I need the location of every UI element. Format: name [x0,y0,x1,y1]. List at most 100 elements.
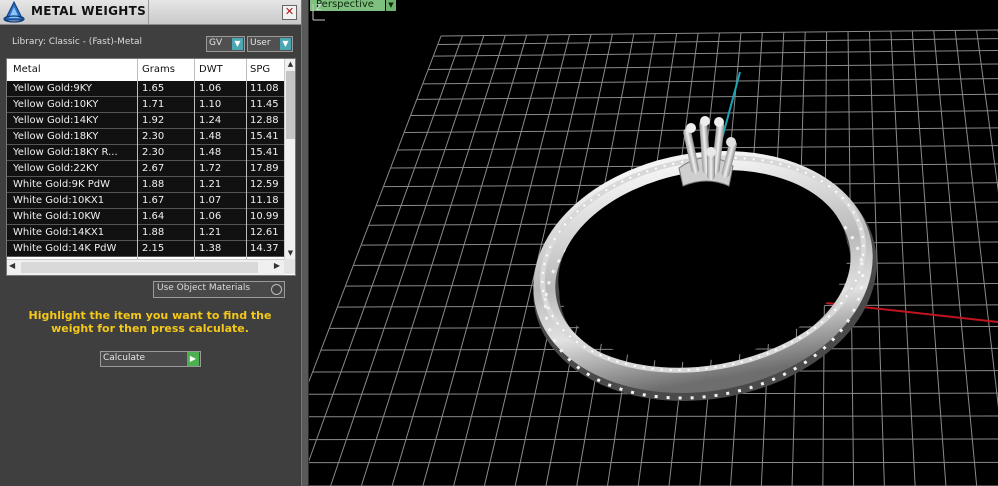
metal-cell: Yellow Gold:18KY R... [13,147,118,158]
grams-cell: 1.88 [142,179,165,190]
user-select[interactable]: User ▼ [247,36,293,52]
grams-cell: 1.65 [142,83,165,94]
grams-cell: 2.30 [142,147,165,158]
column-header-grams[interactable]: Grams [142,64,190,75]
spg-cell: 15.41 [250,147,279,158]
table-row[interactable]: White Gold:10KX1 1.67 1.07 11.18 [7,193,284,209]
grams-cell: 2.30 [142,131,165,142]
vertical-scrollbar[interactable]: ▲ ▼ [284,59,295,259]
metal-cell: Yellow Gold:18KY [13,131,99,142]
column-divider [194,59,195,259]
table-row[interactable]: Yellow Gold:18KY R... 2.30 1.48 15.41 [7,145,284,161]
table-row[interactable]: Yellow Gold:10KY 1.71 1.10 11.45 [7,97,284,113]
grams-cell: 1.64 [142,211,165,222]
dwt-cell: 1.21 [199,227,222,238]
metal-cell: Yellow Gold:22KY [13,163,99,174]
dwt-cell: 1.72 [199,163,222,174]
metal-cell: White Gold:10KX1 [13,195,105,206]
grams-cell: 1.71 [142,99,165,110]
dwt-cell: 1.21 [199,179,222,190]
table-row[interactable]: Yellow Gold:14KY 1.92 1.24 12.88 [7,113,284,129]
metal-cell: Yellow Gold:9KY [13,83,92,94]
metal-cell: Yellow Gold:14KY [13,115,99,126]
panel-splitter[interactable] [301,0,309,486]
metal-cell: White Gold:14K PdW [13,243,117,254]
dwt-cell: 1.48 [199,131,222,142]
spg-cell: 10.99 [250,211,279,222]
scroll-left-icon[interactable]: ◀ [9,261,15,270]
dwt-cell: 1.06 [199,83,222,94]
dwt-cell: 1.06 [199,211,222,222]
instructions-text: Highlight the item you want to find the … [28,309,272,335]
spg-cell: 11.08 [250,83,279,94]
spg-cell: 11.18 [250,195,279,206]
spg-cell: 17.89 [250,163,279,174]
column-header-metal[interactable]: Metal [13,64,133,75]
metal-cell: White Gold:10KW [13,211,101,222]
metal-weights-panel: METAL WEIGHTS ✕ Library: Classic - (Fast… [0,0,301,486]
spg-cell: 11.45 [250,99,279,110]
dwt-cell: 1.10 [199,99,222,110]
gv-select-label: GV [209,38,223,48]
chevron-down-icon: ▼ [280,38,291,50]
horizontal-scrollbar[interactable]: ◀ ▶ [7,259,284,275]
metal-cell: White Gold:14KX1 [13,227,105,238]
grams-cell: 1.92 [142,115,165,126]
spg-cell: 14.37 [250,243,279,254]
dwt-cell: 1.48 [199,147,222,158]
header-divider [148,0,149,24]
axis-gizmo-icon: Z [312,3,325,21]
column-header-dwt[interactable]: DWT [199,64,247,75]
scroll-down-icon[interactable]: ▼ [285,248,295,259]
grams-cell: 2.15 [142,243,165,254]
gv-select[interactable]: GV ▼ [206,36,245,52]
column-divider [246,59,247,259]
metal-table: Metal Grams DWT SPG Yellow Gold:9KY 1.65… [6,58,296,276]
ring-model[interactable] [525,116,881,422]
perspective-viewport[interactable]: Perspective ▼ Z [309,0,998,486]
metal-cell: Yellow Gold:10KY [13,99,99,110]
table-row[interactable]: White Gold:14K PdW 2.15 1.38 14.37 [7,241,284,257]
chevron-down-icon[interactable]: ▼ [386,0,396,11]
dwt-cell: 1.38 [199,243,222,254]
panel-title: METAL WEIGHTS [31,4,147,18]
z-axis-label: Z [316,3,322,12]
spg-cell: 12.59 [250,179,279,190]
grams-cell: 1.88 [142,227,165,238]
chevron-down-icon: ▼ [232,38,243,50]
column-header-spg[interactable]: SPG [250,64,286,75]
column-divider [137,59,138,259]
dwt-cell: 1.24 [199,115,222,126]
viewport-scene [309,29,998,486]
use-object-materials-toggle[interactable]: Use Object Materials [153,281,285,298]
grams-cell: 1.67 [142,195,165,206]
table-row[interactable]: White Gold:10KW 1.64 1.06 10.99 [7,209,284,225]
user-select-label: User [250,38,271,48]
table-row[interactable]: Yellow Gold:22KY 2.67 1.72 17.89 [7,161,284,177]
metal-cell: White Gold:9K PdW [13,179,110,190]
rhino-jewel-logo-icon [3,0,25,23]
play-arrow-icon[interactable]: ▶ [187,352,199,366]
table-row[interactable]: Yellow Gold:18KY 2.30 1.48 15.41 [7,129,284,145]
calculate-label: Calculate [103,353,146,363]
grams-cell: 2.67 [142,163,165,174]
horizontal-scroll-thumb[interactable] [21,262,258,273]
table-body: Yellow Gold:9KY 1.65 1.06 11.08 Yellow G… [7,81,284,259]
toggle-knob-icon[interactable] [271,284,282,295]
close-icon[interactable]: ✕ [282,5,297,20]
table-row[interactable]: Yellow Gold:9KY 1.65 1.06 11.08 [7,81,284,97]
vertical-scroll-thumb[interactable] [286,71,295,139]
scroll-right-icon[interactable]: ▶ [274,261,280,270]
table-header: Metal Grams DWT SPG [7,59,284,81]
table-row[interactable]: White Gold:9K PdW 1.88 1.21 12.59 [7,177,284,193]
scroll-up-icon[interactable]: ▲ [285,59,295,70]
library-label: Library: Classic - (Fast)-Metal [12,37,143,47]
calculate-button[interactable]: Calculate ▶ [100,351,201,367]
scroll-corner [284,259,295,274]
spg-cell: 12.61 [250,227,279,238]
panel-header: METAL WEIGHTS ✕ [0,0,301,25]
table-row[interactable]: White Gold:14KX1 1.88 1.21 12.61 [7,225,284,241]
spg-cell: 12.88 [250,115,279,126]
spg-cell: 15.41 [250,131,279,142]
use-object-materials-label: Use Object Materials [157,283,251,293]
